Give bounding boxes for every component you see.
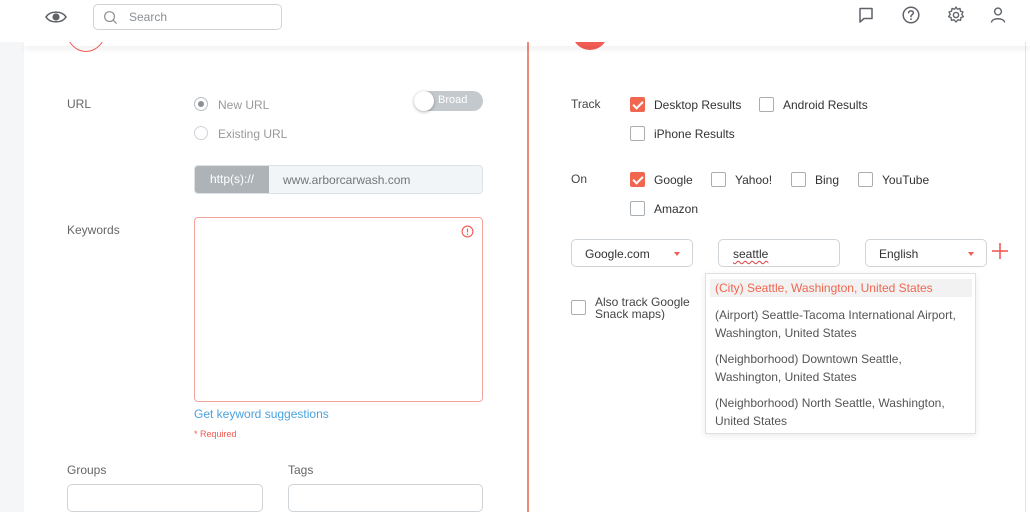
- header: [0, 0, 1030, 42]
- url-prefix: http(s)://: [195, 166, 269, 193]
- checkbox-android[interactable]: [759, 97, 774, 112]
- url-input[interactable]: [269, 166, 482, 193]
- search-box[interactable]: [93, 4, 282, 30]
- radio-existing-url-label: Existing URL: [218, 127, 288, 141]
- checkbox-google[interactable]: [630, 172, 645, 187]
- right-edge: [1025, 40, 1026, 512]
- checkbox-google-label: Google: [654, 173, 693, 187]
- suggestion-item[interactable]: (Neighborhood) Downtown Seattle, Washing…: [710, 350, 972, 386]
- checkbox-desktop-label: Desktop Results: [654, 98, 742, 112]
- location-input[interactable]: seattle: [718, 239, 840, 267]
- radio-new-url[interactable]: [194, 97, 208, 111]
- settings-icon[interactable]: [946, 5, 966, 25]
- checkbox-yahoo-label: Yahoo!: [735, 173, 773, 187]
- also-track-label: Also track Google Snack maps): [595, 296, 690, 320]
- checkbox-iphone-label: iPhone Results: [654, 127, 735, 141]
- checkbox-yahoo[interactable]: [711, 172, 726, 187]
- on-label: On: [571, 172, 588, 186]
- groups-label: Groups: [67, 463, 107, 477]
- warning-icon: [461, 225, 474, 238]
- keywords-label: Keywords: [67, 223, 120, 237]
- groups-field[interactable]: [67, 484, 263, 512]
- checkbox-bing-label: Bing: [815, 173, 840, 187]
- search-icon: [104, 11, 118, 25]
- track-label: Track: [571, 97, 601, 111]
- checkbox-also-track[interactable]: [571, 300, 586, 315]
- help-icon[interactable]: [901, 5, 921, 25]
- checkbox-bing[interactable]: [791, 172, 806, 187]
- tags-label: Tags: [288, 463, 314, 477]
- checkbox-youtube[interactable]: [858, 172, 873, 187]
- language-select[interactable]: English: [865, 239, 987, 267]
- checkbox-android-label: Android Results: [783, 98, 868, 112]
- checkbox-amazon-label: Amazon: [654, 202, 699, 216]
- chat-icon[interactable]: [856, 5, 876, 25]
- broad-toggle[interactable]: Broad: [414, 91, 483, 111]
- location-suggestions-dropdown: (City) Seattle, Washington, United State…: [705, 273, 976, 434]
- url-label: URL: [67, 97, 92, 111]
- suggestion-item[interactable]: (Airport) Seattle-Tacoma International A…: [710, 306, 972, 342]
- tags-field[interactable]: [288, 484, 483, 512]
- user-icon[interactable]: [988, 5, 1008, 25]
- radio-new-url-label: New URL: [218, 98, 270, 112]
- eye-icon[interactable]: [44, 9, 68, 25]
- domain-select[interactable]: Google.com: [571, 239, 693, 267]
- url-input-group: http(s)://: [194, 165, 483, 194]
- required-note: * Required: [194, 429, 237, 439]
- checkbox-youtube-label: YouTube: [882, 173, 930, 187]
- checkbox-amazon[interactable]: [630, 201, 645, 216]
- suggestion-item[interactable]: (Neighborhood) North Seattle, Washington…: [710, 394, 972, 430]
- location-input-value: seattle: [733, 247, 769, 261]
- checkbox-desktop[interactable]: [630, 97, 645, 112]
- keywords-textarea[interactable]: [194, 217, 483, 402]
- chevron-down-icon: [674, 252, 680, 256]
- chevron-down-icon: [968, 252, 974, 256]
- keyword-suggestions-link[interactable]: Get keyword suggestions: [194, 407, 329, 421]
- search-input[interactable]: [129, 8, 277, 26]
- add-icon[interactable]: [991, 242, 1009, 260]
- radio-existing-url[interactable]: [194, 126, 208, 140]
- toggle-knob: [414, 91, 434, 111]
- checkbox-iphone[interactable]: [630, 126, 645, 141]
- language-select-value: English: [879, 247, 919, 261]
- domain-select-value: Google.com: [585, 247, 650, 261]
- toggle-label: Broad: [438, 94, 468, 106]
- suggestion-item[interactable]: (City) Seattle, Washington, United State…: [710, 279, 972, 297]
- panel-divider: [527, 40, 529, 512]
